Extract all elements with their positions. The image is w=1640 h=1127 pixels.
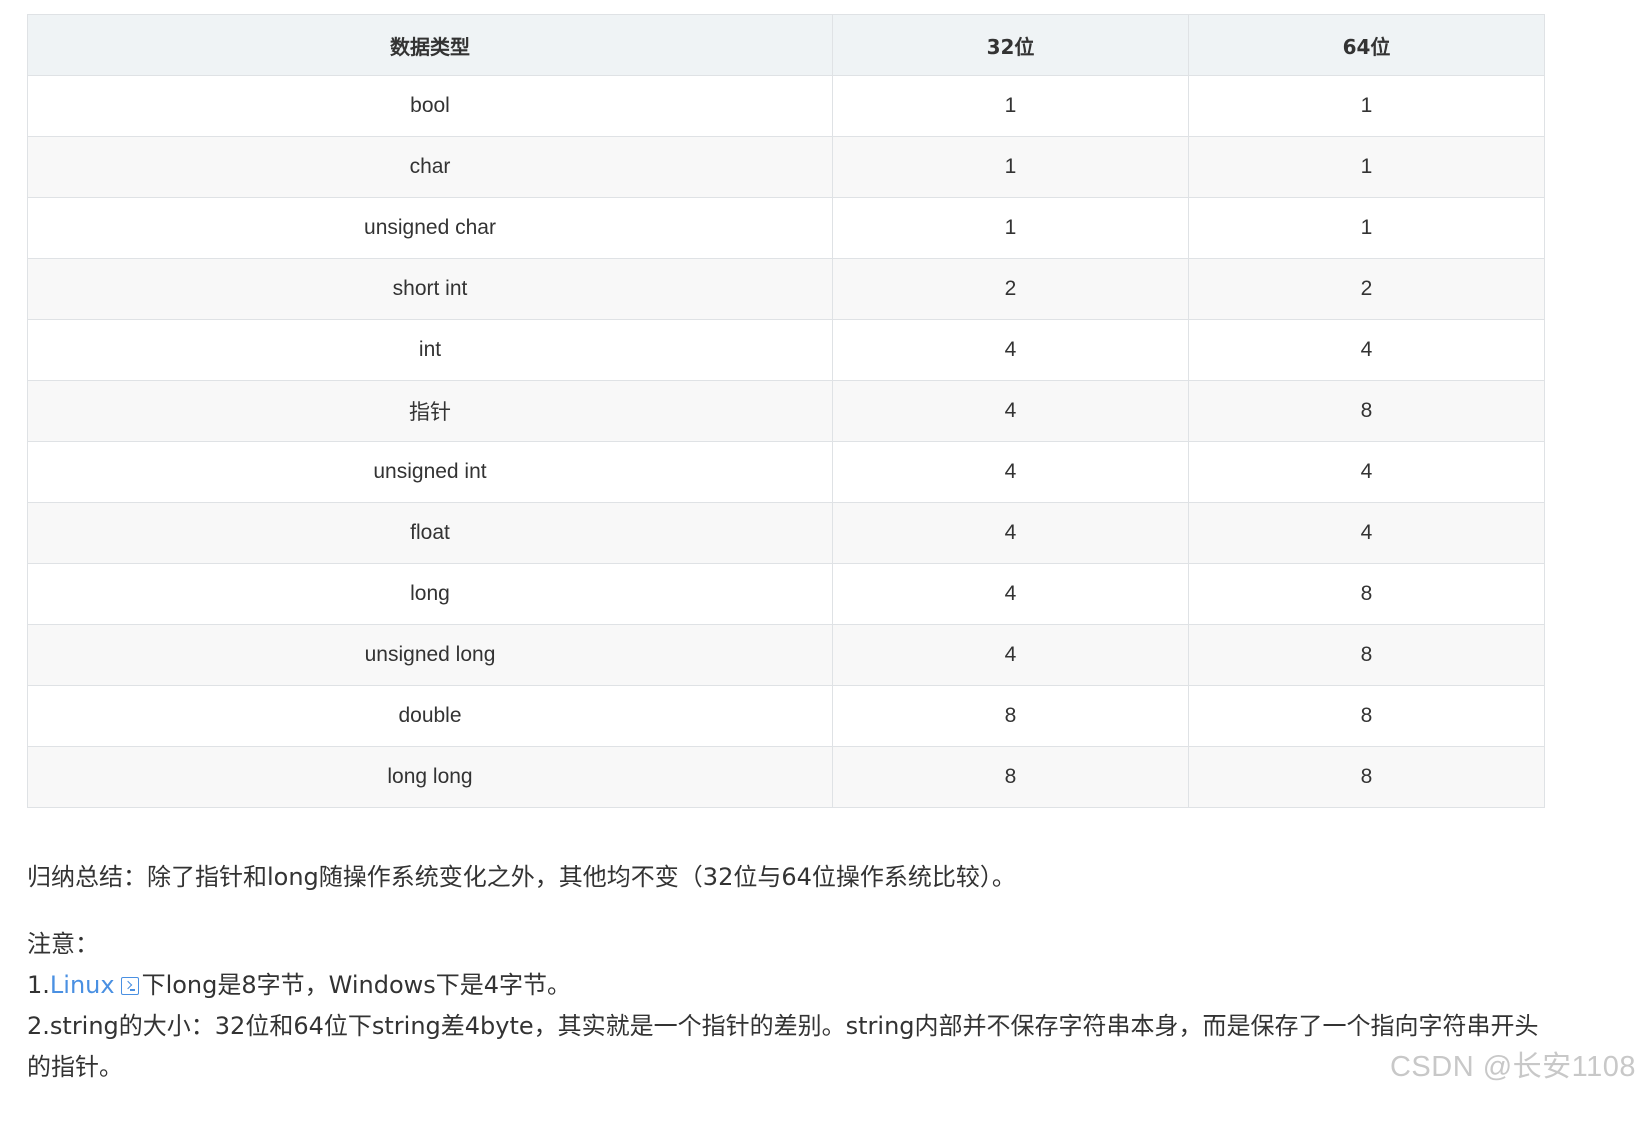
type-cell: long long <box>27 746 833 808</box>
type-cell: double <box>27 685 833 747</box>
size-64-cell: 8 <box>1188 746 1545 808</box>
size-64-cell: 1 <box>1188 75 1545 137</box>
type-cell: unsigned char <box>27 197 833 259</box>
type-cell: unsigned int <box>27 441 833 503</box>
size-32-cell: 8 <box>832 746 1189 808</box>
size-32-cell: 4 <box>832 502 1189 564</box>
note-item-1: 1.Linux 下long是8字节，Windows下是4字节。 <box>27 965 1547 1006</box>
size-32-cell: 4 <box>832 380 1189 442</box>
table-row: int 4 4 <box>27 319 1545 381</box>
table-row: char 1 1 <box>27 136 1545 198</box>
size-64-cell: 1 <box>1188 136 1545 198</box>
size-32-cell: 1 <box>832 197 1189 259</box>
table-row: unsigned int 4 4 <box>27 441 1545 503</box>
terminal-icon[interactable] <box>120 977 139 995</box>
size-32-cell: 1 <box>832 75 1189 137</box>
table-header-row: 数据类型 32位 64位 <box>27 14 1545 76</box>
linux-keyword-link[interactable]: Linux <box>50 971 115 999</box>
notes-section: 注意： 1.Linux 下long是8字节，Windows下是4字节。 2.str… <box>27 924 1547 1088</box>
size-64-cell: 8 <box>1188 563 1545 625</box>
table-row: bool 1 1 <box>27 75 1545 137</box>
size-32-cell: 4 <box>832 624 1189 686</box>
table-row: short int 2 2 <box>27 258 1545 320</box>
note-item-1-prefix: 1. <box>27 971 50 999</box>
size-64-cell: 1 <box>1188 197 1545 259</box>
size-64-cell: 8 <box>1188 624 1545 686</box>
header-64bit: 64位 <box>1188 14 1545 76</box>
size-32-cell: 4 <box>832 319 1189 381</box>
size-64-cell: 8 <box>1188 685 1545 747</box>
header-32bit: 32位 <box>832 14 1189 76</box>
article-content: 数据类型 32位 64位 bool 1 1 char 1 1 unsigned char… <box>27 14 1545 1081</box>
table-row: float 4 4 <box>27 502 1545 564</box>
size-32-cell: 1 <box>832 136 1189 198</box>
table-row: unsigned char 1 1 <box>27 197 1545 259</box>
header-data-type: 数据类型 <box>27 14 833 76</box>
table-row: double 8 8 <box>27 685 1545 747</box>
type-cell: unsigned long <box>27 624 833 686</box>
type-cell: long <box>27 563 833 625</box>
table-row: unsigned long 4 8 <box>27 624 1545 686</box>
size-32-cell: 4 <box>832 563 1189 625</box>
note-item-1-text: 下long是8字节，Windows下是4字节。 <box>141 971 572 999</box>
size-32-cell: 2 <box>832 258 1189 320</box>
type-cell: short int <box>27 258 833 320</box>
summary-paragraph: 归纳总结：除了指针和long随操作系统变化之外，其他均不变（32位与64位操作系… <box>27 863 1016 891</box>
data-type-size-table: 数据类型 32位 64位 bool 1 1 char 1 1 unsigned char… <box>27 14 1545 808</box>
size-32-cell: 8 <box>832 685 1189 747</box>
type-cell: float <box>27 502 833 564</box>
table-row: long long 8 8 <box>27 746 1545 808</box>
type-cell: char <box>27 136 833 198</box>
csdn-watermark: CSDN @长安1108 <box>1389 1051 1636 1083</box>
size-64-cell: 8 <box>1188 380 1545 442</box>
type-cell: bool <box>27 75 833 137</box>
type-cell: int <box>27 319 833 381</box>
type-cell: 指针 <box>27 380 833 442</box>
table-row: long 4 8 <box>27 563 1545 625</box>
size-64-cell: 4 <box>1188 441 1545 503</box>
size-64-cell: 4 <box>1188 319 1545 381</box>
size-64-cell: 2 <box>1188 258 1545 320</box>
notes-title: 注意： <box>27 930 99 958</box>
size-32-cell: 4 <box>832 441 1189 503</box>
table-row: 指针 4 8 <box>27 380 1545 442</box>
size-64-cell: 4 <box>1188 502 1545 564</box>
note-item-2: 2.string的大小：32位和64位下string差4byte，其实就是一个指… <box>27 1012 1539 1081</box>
